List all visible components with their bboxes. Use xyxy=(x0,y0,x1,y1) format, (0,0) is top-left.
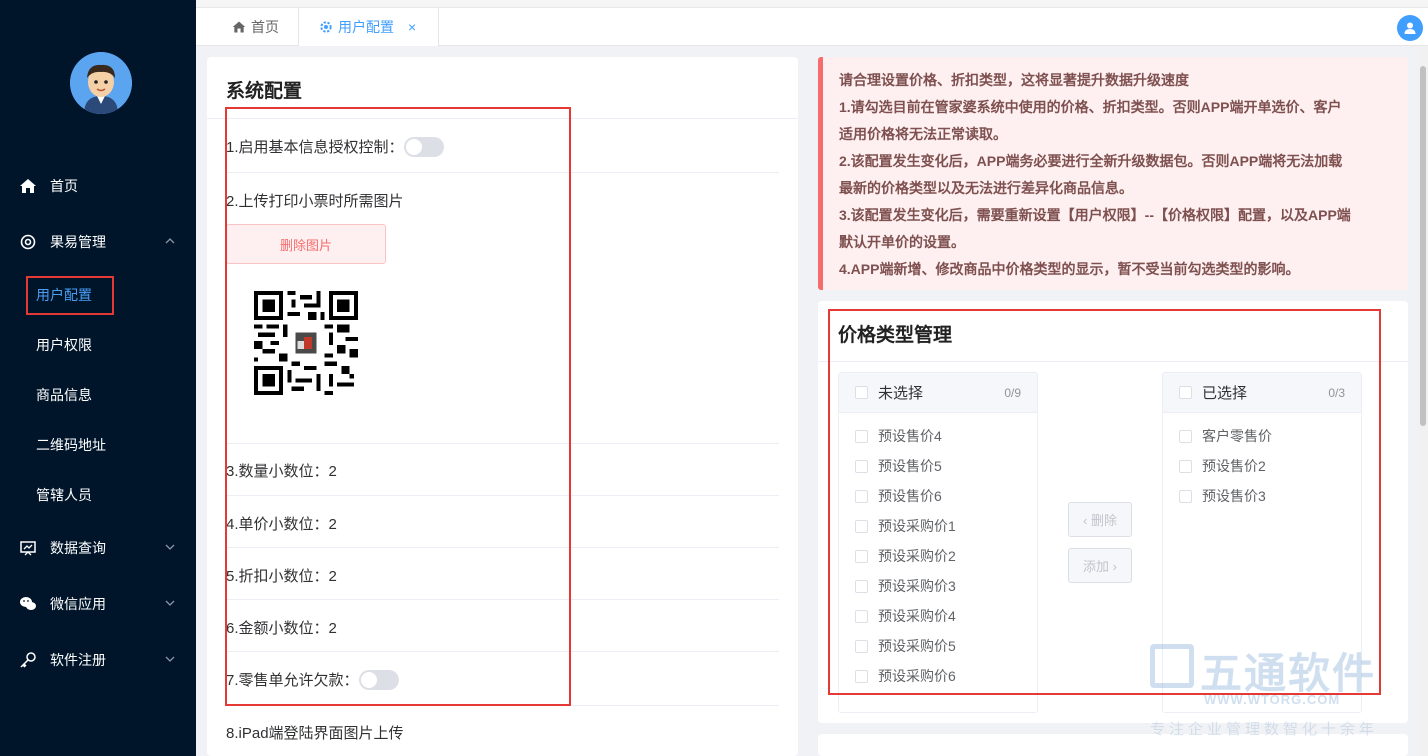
tab-user-config[interactable]: 用户配置 × xyxy=(299,8,439,46)
chevron-down-icon xyxy=(165,544,175,550)
user-icon xyxy=(1404,22,1416,34)
highlight-box xyxy=(828,309,1381,695)
notice-line: 默认开单价的设置。 xyxy=(839,234,965,250)
wechat-icon xyxy=(18,594,38,614)
home-icon xyxy=(18,176,38,196)
sidebar-subitem-qrcode-address[interactable]: 二维码地址 xyxy=(36,430,106,460)
gear-icon xyxy=(319,20,333,34)
home-icon xyxy=(232,20,246,34)
sidebar-item-label: 数据查询 xyxy=(50,540,106,556)
sidebar: 首页 果易管理 用户配置 用户权限 商品信息 二维码地址 管辖人员 数据查询 微… xyxy=(0,0,196,756)
sidebar-subitem-managers[interactable]: 管辖人员 xyxy=(36,480,92,510)
avatar xyxy=(70,52,132,114)
sidebar-item-home[interactable]: 首页 xyxy=(0,166,196,206)
highlight-box xyxy=(26,276,114,315)
key-icon xyxy=(18,650,38,670)
notice-line: 请合理设置价格、折扣类型，这将显著提升数据升级速度 xyxy=(839,72,1189,88)
notice-line: 3.该配置发生变化后，需要重新设置【用户权限】--【价格权限】配置，以及APP端 xyxy=(839,207,1351,223)
sidebar-item-data-query[interactable]: 数据查询 xyxy=(0,528,196,568)
close-icon[interactable]: × xyxy=(408,19,416,35)
brand-logo-icon xyxy=(1150,644,1194,688)
gear-icon xyxy=(18,232,38,252)
chart-icon xyxy=(18,538,38,558)
chevron-down-icon xyxy=(165,600,175,606)
notice-line: 适用价格将无法正常读取。 xyxy=(839,126,1007,142)
sidebar-item-label: 果易管理 xyxy=(50,234,106,250)
sidebar-item-management[interactable]: 果易管理 xyxy=(0,222,196,262)
chevron-up-icon xyxy=(165,238,175,244)
top-strip xyxy=(196,0,1428,8)
sidebar-item-label: 软件注册 xyxy=(50,652,106,668)
sidebar-item-wechat[interactable]: 微信应用 xyxy=(0,584,196,624)
tab-home[interactable]: 首页 xyxy=(196,8,299,46)
highlight-box xyxy=(225,107,571,706)
watermark: 五通软件 WWW.WTORG.COM 专注企业管理数智化十余年 xyxy=(1150,640,1410,750)
sidebar-item-label: 首页 xyxy=(50,178,78,194)
sidebar-item-label: 微信应用 xyxy=(50,596,106,612)
notice-line: 2.该配置发生变化后，APP端务必要进行全新升级数据包。否则APP端将无法加载 xyxy=(839,153,1343,169)
setting-ipad-login-image: 8.iPad端登陆界面图片上传 xyxy=(226,725,404,742)
chevron-down-icon xyxy=(165,656,175,662)
sidebar-subitem-product-info[interactable]: 商品信息 xyxy=(36,380,92,410)
notice-line: 最新的价格类型以及无法进行差异化商品信息。 xyxy=(839,180,1133,196)
sidebar-item-registration[interactable]: 软件注册 xyxy=(0,640,196,680)
notice-line: 4.APP端新增、修改商品中价格类型的显示，暂不受当前勾选类型的影响。 xyxy=(839,261,1300,277)
user-avatar-button[interactable] xyxy=(1397,15,1423,41)
system-config-title: 系统配置 xyxy=(226,81,303,102)
sidebar-subitem-user-permission[interactable]: 用户权限 xyxy=(36,330,92,360)
notice-box xyxy=(818,57,1408,290)
scrollbar[interactable] xyxy=(1418,46,1428,756)
notice-line: 1.请勾选目前在管家婆系统中使用的价格、折扣类型。否则APP端开单选价、客户 xyxy=(839,99,1342,115)
scrollbar-thumb[interactable] xyxy=(1420,66,1426,426)
